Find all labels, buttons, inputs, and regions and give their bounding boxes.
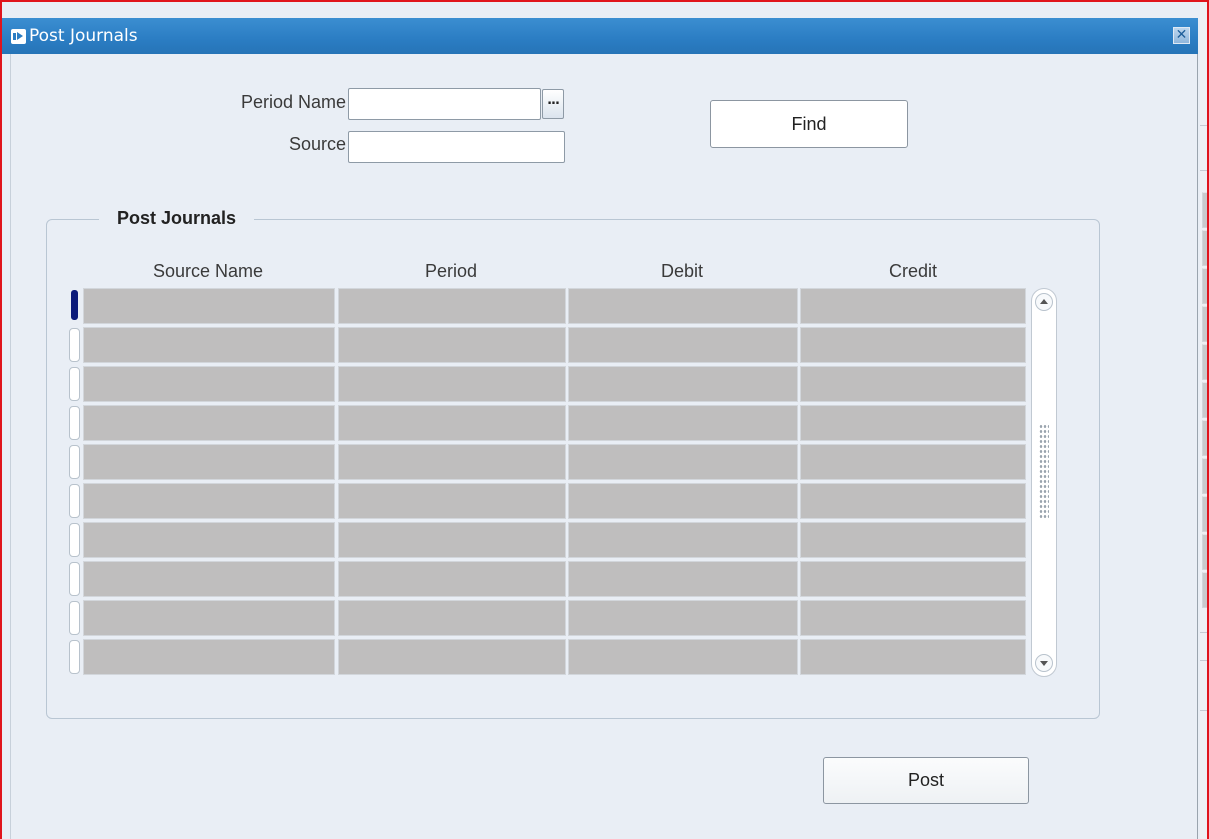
table-cell[interactable] — [568, 444, 798, 480]
table-cell[interactable] — [338, 327, 566, 363]
column-header-source-name: Source Name — [152, 261, 264, 281]
table-scrollbar[interactable] — [1031, 288, 1057, 677]
row-indicator[interactable] — [69, 601, 80, 635]
row-indicator[interactable] — [69, 445, 80, 479]
scroll-grip[interactable] — [1039, 424, 1049, 519]
table-cell[interactable] — [83, 522, 335, 558]
post-button[interactable]: Post — [823, 757, 1029, 804]
row-indicator[interactable] — [69, 406, 80, 440]
window-title: Post Journals — [29, 26, 138, 46]
table-cell[interactable] — [83, 600, 335, 636]
table-cell[interactable] — [800, 288, 1026, 324]
table-cell[interactable] — [800, 522, 1026, 558]
table-cell[interactable] — [800, 639, 1026, 675]
table-cell[interactable] — [800, 405, 1026, 441]
table-cell[interactable] — [83, 483, 335, 519]
row-indicator[interactable] — [71, 290, 78, 320]
column-header-credit: Credit — [888, 261, 937, 281]
table-cell[interactable] — [83, 444, 335, 480]
table-cell[interactable] — [568, 327, 798, 363]
table-cell[interactable] — [568, 600, 798, 636]
table-cell[interactable] — [800, 444, 1026, 480]
row-indicator[interactable] — [69, 562, 80, 596]
source-input[interactable] — [348, 131, 565, 163]
post-journals-dialog: Period Name ... Source Find Post Journal… — [10, 54, 1198, 839]
table-cell[interactable] — [338, 600, 566, 636]
find-button[interactable]: Find — [710, 100, 908, 148]
table-cell[interactable] — [568, 483, 798, 519]
table-cell[interactable] — [568, 561, 798, 597]
table-cell[interactable] — [83, 327, 335, 363]
table-cell[interactable] — [338, 522, 566, 558]
table-cell[interactable] — [83, 288, 335, 324]
table-cell[interactable] — [338, 366, 566, 402]
table-cell[interactable] — [338, 405, 566, 441]
table-cell[interactable] — [800, 600, 1026, 636]
column-header-period: Period — [424, 261, 478, 281]
close-icon[interactable]: ✕ — [1173, 27, 1190, 44]
table-cell[interactable] — [800, 561, 1026, 597]
row-indicator[interactable] — [69, 640, 80, 674]
table-cell[interactable] — [800, 483, 1026, 519]
table-cell[interactable] — [338, 444, 566, 480]
row-indicator[interactable] — [69, 523, 80, 557]
table-cell[interactable] — [800, 366, 1026, 402]
table-cell[interactable] — [83, 405, 335, 441]
title-bar: Post Journals ✕ — [2, 18, 1198, 54]
table-cell[interactable] — [338, 639, 566, 675]
row-indicator[interactable] — [69, 367, 80, 401]
period-name-label: Period Name — [240, 92, 346, 112]
table-cell[interactable] — [568, 405, 798, 441]
table-cell[interactable] — [800, 327, 1026, 363]
table-cell[interactable] — [568, 288, 798, 324]
source-label: Source — [288, 134, 346, 154]
row-indicator[interactable] — [69, 484, 80, 518]
table-cell[interactable] — [83, 561, 335, 597]
scroll-down-icon[interactable] — [1035, 654, 1053, 672]
scroll-up-icon[interactable] — [1035, 293, 1053, 311]
table-cell[interactable] — [568, 639, 798, 675]
table-cell[interactable] — [568, 366, 798, 402]
table-cell[interactable] — [83, 639, 335, 675]
row-indicator[interactable] — [69, 328, 80, 362]
table-cell[interactable] — [338, 483, 566, 519]
period-name-input[interactable] — [348, 88, 541, 120]
background-window — [1200, 0, 1209, 839]
table-cell[interactable] — [83, 366, 335, 402]
table-cell[interactable] — [338, 288, 566, 324]
form-icon — [11, 29, 26, 44]
period-name-lov-button[interactable]: ... — [542, 89, 564, 119]
table-cell[interactable] — [568, 522, 798, 558]
table-cell[interactable] — [338, 561, 566, 597]
group-title: Post Journals — [99, 208, 255, 229]
column-header-debit: Debit — [660, 261, 704, 281]
